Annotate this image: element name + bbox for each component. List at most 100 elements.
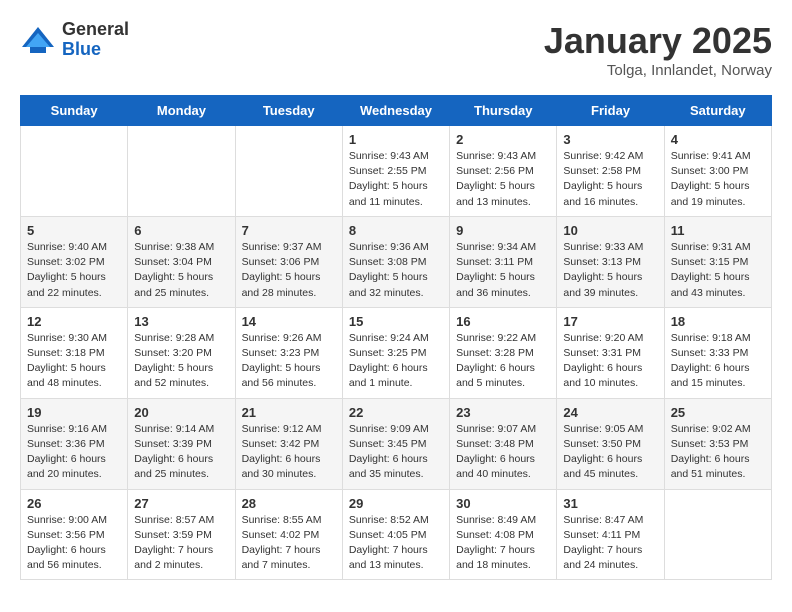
day-number: 16	[456, 314, 550, 329]
calendar-cell: 28 Sunrise: 8:55 AM Sunset: 4:02 PM Dayli…	[235, 489, 342, 580]
calendar-cell: 29 Sunrise: 8:52 AM Sunset: 4:05 PM Dayli…	[342, 489, 449, 580]
day-number: 9	[456, 223, 550, 238]
day-number: 24	[563, 405, 657, 420]
calendar-cell: 8 Sunrise: 9:36 AM Sunset: 3:08 PM Daylig…	[342, 216, 449, 307]
week-row-4: 19Sunrise: 9:16 AM Sunset: 3:36 PM Dayli…	[21, 398, 772, 489]
weekday-header-thursday: Thursday	[450, 96, 557, 126]
calendar-cell: 7 Sunrise: 9:37 AM Sunset: 3:06 PM Daylig…	[235, 216, 342, 307]
day-number: 21	[242, 405, 336, 420]
calendar-location: Tolga, Innlandet, Norway	[544, 62, 772, 79]
week-row-5: 26 Sunrise: 9:00 AM Sunset: 3:56 PM Dayli…	[21, 489, 772, 580]
day-info: Sunrise: 9:36 AM Sunset: 3:08 PM Dayligh…	[349, 240, 443, 301]
calendar-cell: 12Sunrise: 9:30 AM Sunset: 3:18 PM Dayli…	[21, 307, 128, 398]
logo-blue-text: Blue	[62, 40, 129, 60]
weekday-header-monday: Monday	[128, 96, 235, 126]
day-info: Sunrise: 9:22 AM Sunset: 3:28 PM Dayligh…	[456, 331, 550, 392]
calendar-cell: 19Sunrise: 9:16 AM Sunset: 3:36 PM Dayli…	[21, 398, 128, 489]
day-info: Sunrise: 9:37 AM Sunset: 3:06 PM Dayligh…	[242, 240, 336, 301]
calendar-cell: 25Sunrise: 9:02 AM Sunset: 3:53 PM Dayli…	[664, 398, 771, 489]
calendar-cell: 22 Sunrise: 9:09 AM Sunset: 3:45 PM Dayli…	[342, 398, 449, 489]
weekday-header-sunday: Sunday	[21, 96, 128, 126]
day-number: 7	[242, 223, 336, 238]
day-number: 20	[134, 405, 228, 420]
day-info: Sunrise: 9:05 AM Sunset: 3:50 PM Dayligh…	[563, 422, 657, 483]
day-info: Sunrise: 9:26 AM Sunset: 3:23 PM Dayligh…	[242, 331, 336, 392]
page-header: General Blue January 2025 Tolga, Innland…	[20, 20, 772, 79]
day-number: 27	[134, 496, 228, 511]
day-number: 30	[456, 496, 550, 511]
calendar-cell: 1 Sunrise: 9:43 AM Sunset: 2:55 PM Daylig…	[342, 126, 449, 217]
week-row-3: 12Sunrise: 9:30 AM Sunset: 3:18 PM Dayli…	[21, 307, 772, 398]
day-number: 28	[242, 496, 336, 511]
day-number: 2	[456, 132, 550, 147]
day-info: Sunrise: 9:20 AM Sunset: 3:31 PM Dayligh…	[563, 331, 657, 392]
day-info: Sunrise: 9:38 AM Sunset: 3:04 PM Dayligh…	[134, 240, 228, 301]
calendar-cell: 27 Sunrise: 8:57 AM Sunset: 3:59 PM Dayli…	[128, 489, 235, 580]
calendar-cell: 23Sunrise: 9:07 AM Sunset: 3:48 PM Dayli…	[450, 398, 557, 489]
week-row-2: 5Sunrise: 9:40 AM Sunset: 3:02 PM Daylig…	[21, 216, 772, 307]
week-row-1: 1 Sunrise: 9:43 AM Sunset: 2:55 PM Daylig…	[21, 126, 772, 217]
calendar-cell: 20Sunrise: 9:14 AM Sunset: 3:39 PM Dayli…	[128, 398, 235, 489]
day-info: Sunrise: 9:43 AM Sunset: 2:55 PM Dayligh…	[349, 149, 443, 210]
day-number: 22	[349, 405, 443, 420]
day-number: 14	[242, 314, 336, 329]
calendar-title: January 2025	[544, 20, 772, 62]
calendar-cell: 18Sunrise: 9:18 AM Sunset: 3:33 PM Dayli…	[664, 307, 771, 398]
calendar-cell: 11 Sunrise: 9:31 AM Sunset: 3:15 PM Dayli…	[664, 216, 771, 307]
day-info: Sunrise: 9:02 AM Sunset: 3:53 PM Dayligh…	[671, 422, 765, 483]
day-info: Sunrise: 9:16 AM Sunset: 3:36 PM Dayligh…	[27, 422, 121, 483]
calendar-cell	[128, 126, 235, 217]
day-info: Sunrise: 9:24 AM Sunset: 3:25 PM Dayligh…	[349, 331, 443, 392]
day-number: 26	[27, 496, 121, 511]
day-number: 17	[563, 314, 657, 329]
logo-general-text: General	[62, 20, 129, 40]
weekday-header-row: SundayMondayTuesdayWednesdayThursdayFrid…	[21, 96, 772, 126]
day-info: Sunrise: 8:57 AM Sunset: 3:59 PM Dayligh…	[134, 513, 228, 574]
day-info: Sunrise: 9:09 AM Sunset: 3:45 PM Dayligh…	[349, 422, 443, 483]
day-info: Sunrise: 9:41 AM Sunset: 3:00 PM Dayligh…	[671, 149, 765, 210]
calendar-cell: 31 Sunrise: 8:47 AM Sunset: 4:11 PM Dayli…	[557, 489, 664, 580]
calendar-cell: 15 Sunrise: 9:24 AM Sunset: 3:25 PM Dayli…	[342, 307, 449, 398]
day-info: Sunrise: 9:33 AM Sunset: 3:13 PM Dayligh…	[563, 240, 657, 301]
weekday-header-saturday: Saturday	[664, 96, 771, 126]
day-number: 1	[349, 132, 443, 147]
calendar-cell: 9 Sunrise: 9:34 AM Sunset: 3:11 PM Daylig…	[450, 216, 557, 307]
day-number: 8	[349, 223, 443, 238]
day-info: Sunrise: 9:28 AM Sunset: 3:20 PM Dayligh…	[134, 331, 228, 392]
day-number: 4	[671, 132, 765, 147]
day-number: 11	[671, 223, 765, 238]
day-info: Sunrise: 9:43 AM Sunset: 2:56 PM Dayligh…	[456, 149, 550, 210]
calendar-cell: 6 Sunrise: 9:38 AM Sunset: 3:04 PM Daylig…	[128, 216, 235, 307]
day-info: Sunrise: 9:12 AM Sunset: 3:42 PM Dayligh…	[242, 422, 336, 483]
day-number: 31	[563, 496, 657, 511]
day-info: Sunrise: 9:31 AM Sunset: 3:15 PM Dayligh…	[671, 240, 765, 301]
day-info: Sunrise: 9:34 AM Sunset: 3:11 PM Dayligh…	[456, 240, 550, 301]
calendar-cell: 24 Sunrise: 9:05 AM Sunset: 3:50 PM Dayli…	[557, 398, 664, 489]
calendar-cell: 5Sunrise: 9:40 AM Sunset: 3:02 PM Daylig…	[21, 216, 128, 307]
day-number: 29	[349, 496, 443, 511]
day-info: Sunrise: 9:07 AM Sunset: 3:48 PM Dayligh…	[456, 422, 550, 483]
calendar-cell: 21 Sunrise: 9:12 AM Sunset: 3:42 PM Dayli…	[235, 398, 342, 489]
day-info: Sunrise: 8:52 AM Sunset: 4:05 PM Dayligh…	[349, 513, 443, 574]
calendar-cell: 10 Sunrise: 9:33 AM Sunset: 3:13 PM Dayli…	[557, 216, 664, 307]
day-number: 6	[134, 223, 228, 238]
day-info: Sunrise: 9:40 AM Sunset: 3:02 PM Dayligh…	[27, 240, 121, 301]
day-info: Sunrise: 9:00 AM Sunset: 3:56 PM Dayligh…	[27, 513, 121, 574]
calendar-cell: 14 Sunrise: 9:26 AM Sunset: 3:23 PM Dayli…	[235, 307, 342, 398]
day-number: 15	[349, 314, 443, 329]
calendar-cell: 26 Sunrise: 9:00 AM Sunset: 3:56 PM Dayli…	[21, 489, 128, 580]
weekday-header-friday: Friday	[557, 96, 664, 126]
calendar-cell: 2 Sunrise: 9:43 AM Sunset: 2:56 PM Daylig…	[450, 126, 557, 217]
day-number: 10	[563, 223, 657, 238]
calendar-table: SundayMondayTuesdayWednesdayThursdayFrid…	[20, 95, 772, 580]
day-info: Sunrise: 8:55 AM Sunset: 4:02 PM Dayligh…	[242, 513, 336, 574]
day-info: Sunrise: 8:47 AM Sunset: 4:11 PM Dayligh…	[563, 513, 657, 574]
day-info: Sunrise: 9:42 AM Sunset: 2:58 PM Dayligh…	[563, 149, 657, 210]
calendar-cell: 30Sunrise: 8:49 AM Sunset: 4:08 PM Dayli…	[450, 489, 557, 580]
logo-icon	[20, 25, 56, 55]
weekday-header-wednesday: Wednesday	[342, 96, 449, 126]
calendar-cell	[235, 126, 342, 217]
calendar-cell: 13Sunrise: 9:28 AM Sunset: 3:20 PM Dayli…	[128, 307, 235, 398]
calendar-cell	[21, 126, 128, 217]
day-number: 3	[563, 132, 657, 147]
